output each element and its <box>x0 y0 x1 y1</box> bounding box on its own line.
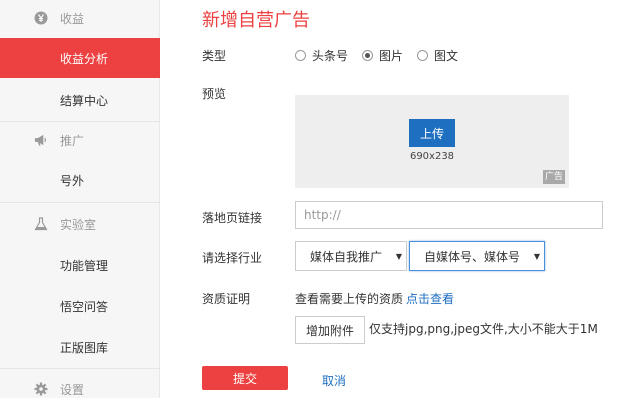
sidebar-item-label: 结算中心 <box>60 93 109 108</box>
sidebar-section-label: 推广 <box>60 133 85 148</box>
megaphone-icon <box>34 133 48 147</box>
sidebar-divider <box>0 368 160 369</box>
preview-label: 预览 <box>202 87 227 101</box>
ad-preview-area: 上传 690x238 广告 <box>295 95 569 188</box>
dropdown-arrow-icon: ▼ <box>533 251 540 261</box>
type-label: 类型 <box>202 49 227 63</box>
sidebar-section-label: 收益 <box>60 11 85 26</box>
sidebar-item-wukong-qa[interactable]: 悟空问答 <box>0 286 160 326</box>
radio-circle-icon <box>417 49 429 61</box>
sidebar-section-earnings[interactable]: 收益 <box>0 0 160 36</box>
yen-coin-icon <box>34 11 48 25</box>
sidebar-section-promotion[interactable]: 推广 <box>0 122 160 158</box>
cancel-link[interactable]: 取消 <box>322 372 346 389</box>
radio-circle-icon <box>295 49 306 61</box>
type-radio-image[interactable]: 图片 <box>362 47 403 64</box>
image-size-hint: 690x238 <box>409 151 455 162</box>
qualification-label: 资质证明 <box>202 292 251 306</box>
qualification-text: 查看需要上传的资质 <box>295 292 404 306</box>
add-attachment-button[interactable]: 增加附件 <box>295 316 365 344</box>
sidebar-item-label: 号外 <box>60 173 85 188</box>
attachment-hint: 仅支持jpg,png,jpeg文件,大小不能大于1M <box>369 322 598 336</box>
sidebar-item-earnings-analysis[interactable]: 收益分析 <box>0 38 160 78</box>
page-title: 新增自营广告 <box>202 10 310 31</box>
select-value: 媒体自我推广 <box>310 249 383 264</box>
sidebar-section-label: 设置 <box>60 382 85 397</box>
sidebar: 收益 收益分析 结算中心 推广 号外 实验室 功能管理 悟空问答 正版图库 设置 <box>0 0 160 398</box>
sidebar-item-settlement-center[interactable]: 结算中心 <box>0 80 160 120</box>
radio-circle-icon <box>362 49 374 61</box>
industry-primary-select[interactable]: 媒体自我推广 ▼ <box>295 241 407 271</box>
landing-page-url-input[interactable] <box>295 201 603 229</box>
sidebar-item-label: 正版图库 <box>60 340 109 355</box>
sidebar-item-feature-management[interactable]: 功能管理 <box>0 245 160 285</box>
landing-page-label: 落地页链接 <box>202 211 263 225</box>
sidebar-section-settings[interactable]: 设置 <box>0 371 160 398</box>
gear-icon <box>34 382 48 396</box>
radio-label: 头条号 <box>312 48 349 63</box>
sidebar-item-extra[interactable]: 号外 <box>0 160 160 200</box>
sidebar-divider <box>0 202 160 203</box>
sidebar-section-label: 实验室 <box>60 217 97 232</box>
type-radio-image-text[interactable]: 图文 <box>417 47 458 64</box>
ad-badge: 广告 <box>542 170 565 184</box>
sidebar-item-label: 悟空问答 <box>60 299 109 314</box>
sidebar-item-label: 功能管理 <box>60 258 109 273</box>
submit-button[interactable]: 提交 <box>202 366 288 390</box>
industry-secondary-select[interactable]: 自媒体号、媒体号 ▼ <box>409 241 545 271</box>
type-radio-group: 头条号 图片 图文 <box>295 46 472 64</box>
industry-label: 请选择行业 <box>202 251 263 265</box>
view-qualification-link[interactable]: 点击查看 <box>406 290 454 307</box>
dropdown-arrow-icon: ▼ <box>395 251 402 261</box>
upload-button[interactable]: 上传 <box>409 119 455 147</box>
radio-label: 图片 <box>379 48 404 63</box>
sidebar-item-label: 收益分析 <box>60 51 109 66</box>
select-value: 自媒体号、媒体号 <box>424 249 521 264</box>
sidebar-section-lab[interactable]: 实验室 <box>0 206 160 242</box>
radio-label: 图文 <box>434 48 459 63</box>
type-radio-toutiao[interactable]: 头条号 <box>295 47 348 64</box>
sidebar-item-licensed-gallery[interactable]: 正版图库 <box>0 327 160 367</box>
flask-icon <box>34 217 48 231</box>
